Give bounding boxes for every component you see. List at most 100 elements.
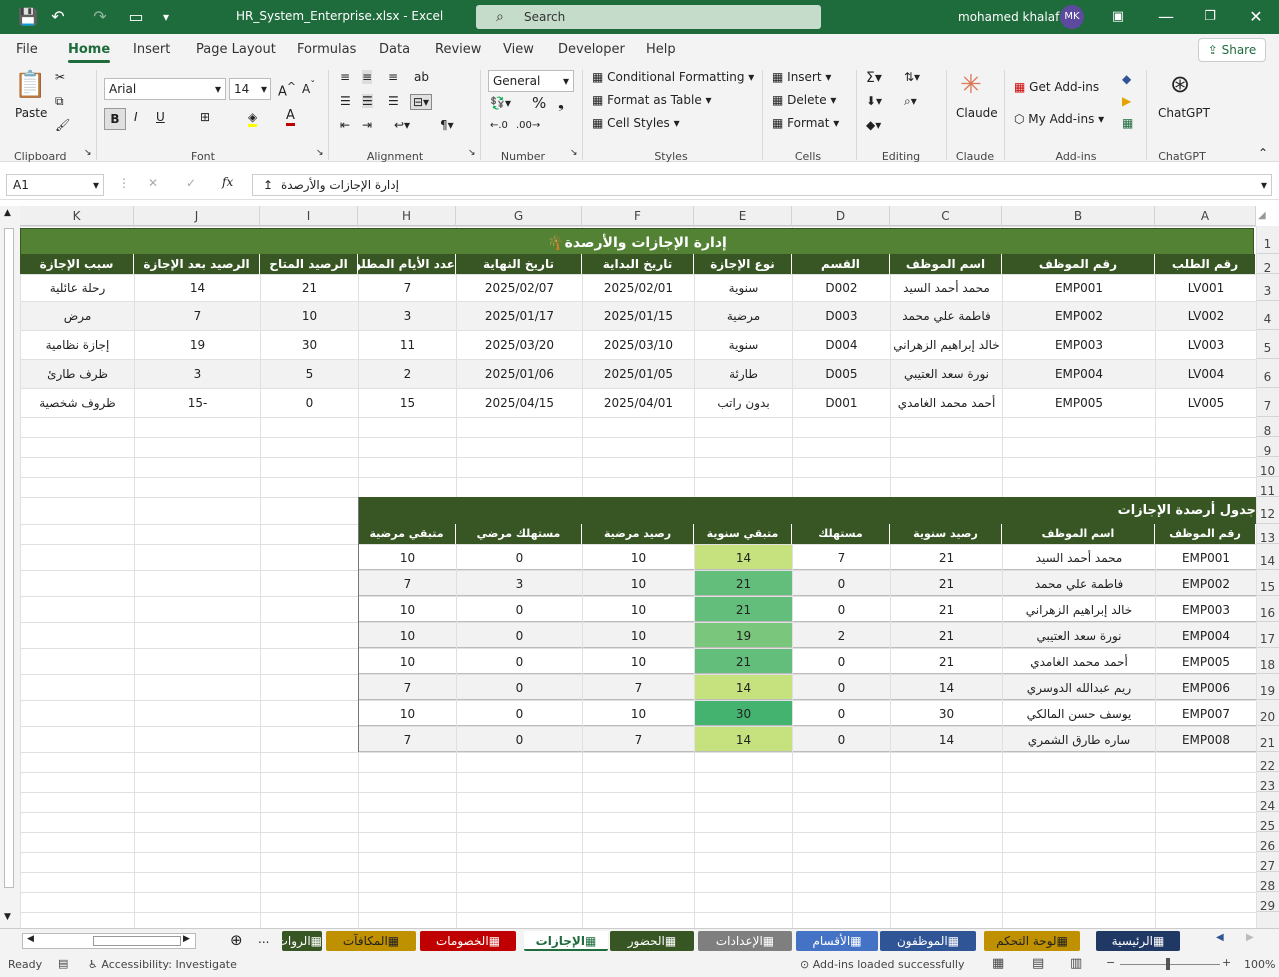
- font-color-icon[interactable]: A: [286, 108, 295, 126]
- table-cell[interactable]: ساره طارق الشمري: [1003, 727, 1155, 752]
- table-cell[interactable]: ريم عبدالله الدوسري: [1003, 675, 1155, 700]
- sort-filter-icon[interactable]: ⇅▾: [904, 70, 920, 84]
- wrap-text-icon[interactable]: ↩▾: [394, 118, 410, 132]
- enter-icon[interactable]: ✓: [186, 176, 196, 190]
- table-cell[interactable]: 0: [793, 597, 890, 622]
- table-cell[interactable]: سنوية: [695, 331, 792, 359]
- table-cell[interactable]: 0: [457, 727, 582, 752]
- close-icon[interactable]: ✕: [1246, 7, 1266, 27]
- cell-styles-button[interactable]: ▦ Cell Styles ▾: [592, 116, 680, 130]
- menu-help[interactable]: Help: [646, 42, 676, 57]
- chatgpt-icon[interactable]: ⊛: [1170, 70, 1190, 98]
- table-cell[interactable]: 2025/01/06: [457, 360, 582, 388]
- expand-icon[interactable]: ▾: [1261, 175, 1267, 195]
- row-header-7[interactable]: 7: [1256, 388, 1279, 417]
- table-cell[interactable]: 0: [457, 649, 582, 674]
- worksheet-grid[interactable]: ABCDEFGHIJK 1 2 3 4 5 6 7 8 9 10 11 12 13 14 15 16 17 18 1…: [0, 206, 1279, 928]
- table-cell[interactable]: 10: [583, 571, 694, 596]
- table-cell[interactable]: D002: [793, 275, 890, 301]
- table-cell[interactable]: EMP004: [1156, 623, 1256, 648]
- row-header-13[interactable]: 13: [1256, 524, 1279, 545]
- save-icon[interactable]: 💾: [18, 7, 38, 27]
- table-cell[interactable]: 7: [135, 302, 260, 330]
- zoom-out-icon[interactable]: −: [1106, 956, 1115, 969]
- cancel-icon[interactable]: ✕: [148, 176, 158, 190]
- table-cell[interactable]: EMP002: [1003, 302, 1155, 330]
- table-cell[interactable]: 10: [583, 701, 694, 726]
- indent-decrease-icon[interactable]: ⇤: [340, 118, 350, 132]
- table-cell[interactable]: EMP005: [1156, 649, 1256, 674]
- claude-icon[interactable]: ✳: [960, 70, 982, 100]
- table-cell[interactable]: LV003: [1156, 331, 1256, 359]
- table-cell[interactable]: 0: [457, 623, 582, 648]
- zoom-in-icon[interactable]: +: [1222, 956, 1231, 969]
- table-cell[interactable]: خالد إبراهيم الزهراني: [891, 331, 1002, 359]
- sheet-tab[interactable]: ▦الروات: [282, 931, 322, 951]
- formula-input[interactable]: ↥ إدارة الإجازات والأرصدة ▾: [252, 174, 1272, 196]
- table-cell[interactable]: 14: [695, 545, 792, 570]
- table-cell[interactable]: 21: [891, 597, 1002, 622]
- row-header-6[interactable]: 6: [1256, 359, 1279, 388]
- align-center-icon[interactable]: ☰: [362, 94, 373, 108]
- table-cell[interactable]: يوسف حسن المالكي: [1003, 701, 1155, 726]
- table-cell[interactable]: 14: [695, 727, 792, 752]
- increase-decimal-icon[interactable]: ←.0: [490, 120, 508, 131]
- table-cell[interactable]: 0: [793, 649, 890, 674]
- row-header-17[interactable]: 17: [1256, 622, 1279, 648]
- table-cell[interactable]: 11: [359, 331, 456, 359]
- row-header-10[interactable]: 10: [1256, 457, 1279, 478]
- table-cell[interactable]: 3: [135, 360, 260, 388]
- row-header-23[interactable]: 23: [1256, 772, 1279, 793]
- menu-review[interactable]: Review: [435, 42, 481, 57]
- autosum-icon[interactable]: Σ▾: [866, 70, 882, 86]
- table-cell[interactable]: نورة سعد العتيبي: [891, 360, 1002, 388]
- table-cell[interactable]: نورة سعد العتيبي: [1003, 623, 1155, 648]
- sheet-tab[interactable]: ▦الخصومات: [420, 931, 516, 951]
- row-header-27[interactable]: 27: [1256, 852, 1279, 873]
- table-cell[interactable]: 21: [891, 649, 1002, 674]
- table-cell[interactable]: EMP008: [1156, 727, 1256, 752]
- conditional-formatting-button[interactable]: ▦ Conditional Formatting ▾: [592, 70, 754, 84]
- percent-button[interactable]: %: [532, 94, 546, 112]
- table-cell[interactable]: بدون راتب: [695, 389, 792, 417]
- borders-icon[interactable]: ⊞: [200, 110, 210, 124]
- table-cell[interactable]: 21: [891, 623, 1002, 648]
- menu-file[interactable]: File: [16, 42, 38, 57]
- italic-button[interactable]: I: [134, 110, 138, 124]
- row-header-4[interactable]: 4: [1256, 301, 1279, 330]
- addin-icon[interactable]: ▦: [1122, 116, 1133, 130]
- table-cell[interactable]: 7: [359, 675, 456, 700]
- dialog-launcher-icon[interactable]: ↘: [316, 148, 324, 158]
- table-cell[interactable]: 0: [457, 597, 582, 622]
- table-cell[interactable]: 21: [695, 571, 792, 596]
- row-header-19[interactable]: 19: [1256, 674, 1279, 700]
- table-cell[interactable]: مرضية: [695, 302, 792, 330]
- table-cell[interactable]: 10: [583, 649, 694, 674]
- orientation-icon[interactable]: ab: [414, 70, 429, 84]
- row-header-14[interactable]: 14: [1256, 544, 1279, 570]
- table-cell[interactable]: 14: [891, 727, 1002, 752]
- table-cell[interactable]: 21: [891, 571, 1002, 596]
- comma-icon[interactable]: ❟: [558, 94, 564, 112]
- menu-page-layout[interactable]: Page Layout: [196, 42, 276, 57]
- table-cell[interactable]: 7: [583, 675, 694, 700]
- table-cell[interactable]: LV002: [1156, 302, 1256, 330]
- delete-cells-button[interactable]: ▦ Delete ▾: [772, 93, 836, 107]
- table-cell[interactable]: 10: [359, 597, 456, 622]
- format-cells-button[interactable]: ▦ Format ▾: [772, 116, 839, 130]
- table-cell[interactable]: 5: [261, 360, 358, 388]
- row-header-25[interactable]: 25: [1256, 812, 1279, 833]
- zoom-thumb[interactable]: [1166, 958, 1170, 970]
- scroll-thumb[interactable]: [4, 228, 14, 888]
- table-cell[interactable]: EMP003: [1003, 331, 1155, 359]
- table-cell[interactable]: 30: [261, 331, 358, 359]
- table-cell[interactable]: 7: [359, 275, 456, 301]
- sheet-tab[interactable]: ▦الإجازات: [524, 931, 608, 951]
- table-cell[interactable]: 0: [793, 727, 890, 752]
- align-left-icon[interactable]: ☰: [340, 94, 351, 108]
- row-header-24[interactable]: 24: [1256, 792, 1279, 813]
- page-break-view-icon[interactable]: ▥: [1070, 956, 1082, 971]
- table-cell[interactable]: سنوية: [695, 275, 792, 301]
- minimize-icon[interactable]: —: [1156, 7, 1176, 27]
- table-cell[interactable]: 2: [359, 360, 456, 388]
